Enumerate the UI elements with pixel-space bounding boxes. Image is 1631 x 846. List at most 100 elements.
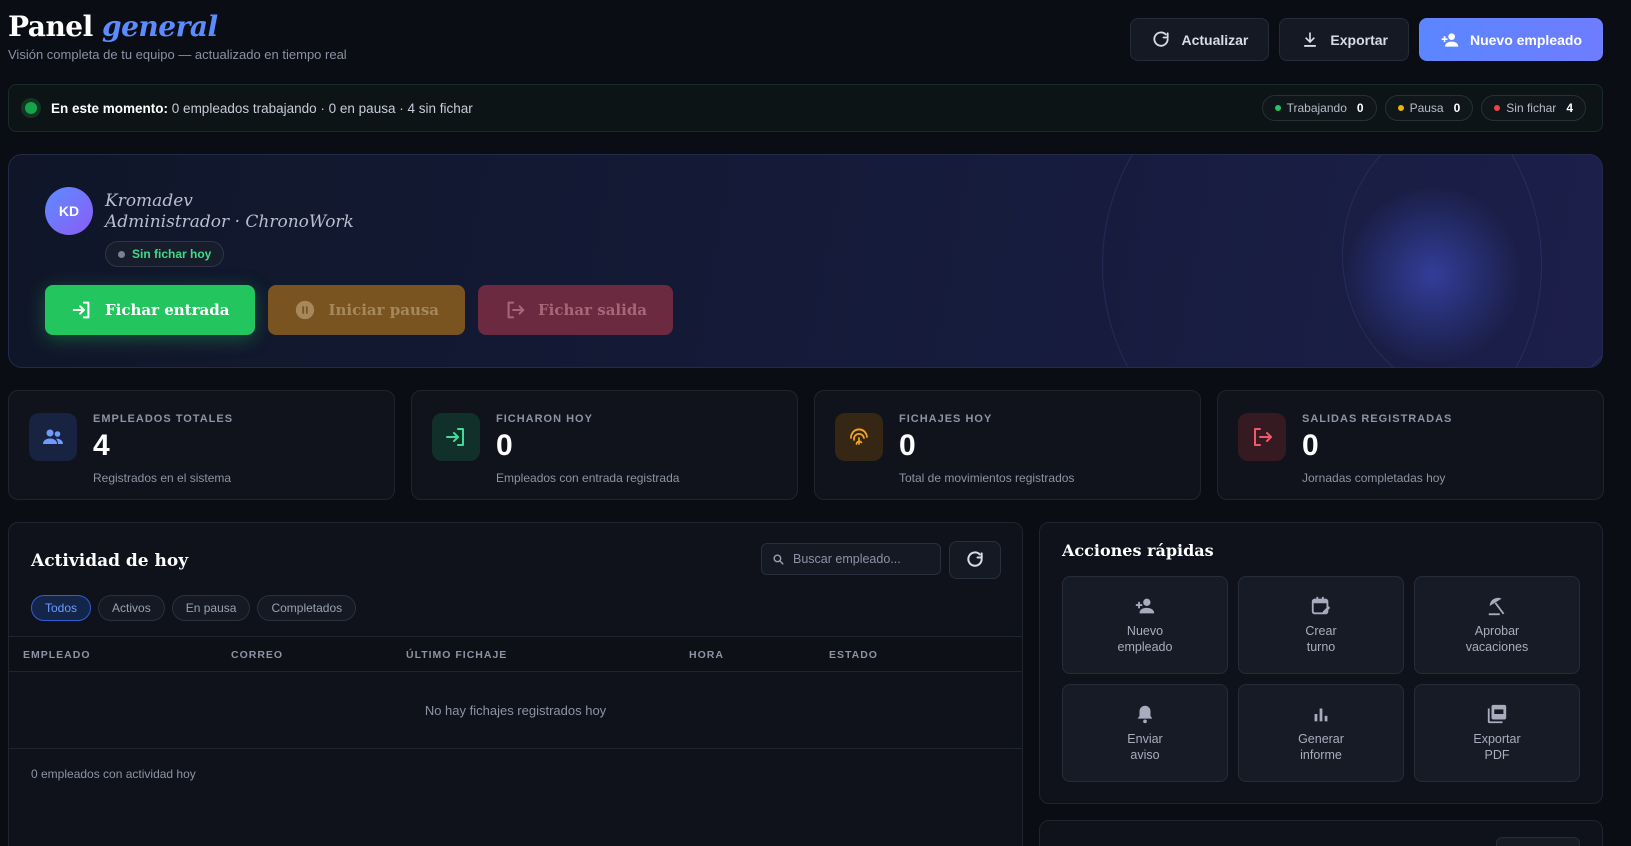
column-header-last-clocking[interactable]: ÚLTIMO FICHAJE	[406, 649, 507, 661]
stat-value: 0	[1302, 429, 1319, 462]
column-header-employee[interactable]: EMPLEADO	[23, 649, 91, 661]
stat-description: Total de movimientos registrados	[899, 471, 1075, 485]
new-employee-button-label: Nuevo empleado	[1469, 31, 1582, 48]
quick-action-label: Generar informe	[1298, 732, 1344, 762]
page-header: Panel general Visión completa de tu equi…	[8, 10, 347, 62]
clock-out-button[interactable]: Fichar salida	[478, 285, 674, 335]
stat-label: FICHAJES HOY	[899, 413, 993, 425]
header-actions: Actualizar Exportar Nuevo empleado	[1130, 18, 1603, 61]
live-status-bar: En este momento: 0 empleados trabajando …	[8, 84, 1603, 132]
filter-paused[interactable]: En pausa	[171, 595, 251, 621]
profile-name: Kromadev	[105, 191, 193, 211]
pdf-icon	[1487, 704, 1507, 724]
stat-icon-box	[432, 413, 480, 461]
stat-label: SALIDAS REGISTRADAS	[1302, 413, 1453, 425]
activity-table-header: EMPLEADO CORREO ÚLTIMO FICHAJE HORA ESTA…	[9, 636, 1022, 672]
beach-umbrella-icon	[1488, 597, 1505, 616]
status-pill-pause: Pausa 0	[1384, 95, 1474, 121]
filter-active[interactable]: Activos	[98, 595, 165, 621]
live-status-summary: 0 empleados trabajando · 0 en pausa · 4 …	[171, 100, 473, 116]
clock-out-label: Fichar salida	[538, 301, 648, 319]
quick-actions-panel: Acciones rápidas Nuevo empleado Crear tu…	[1039, 522, 1603, 804]
pause-icon	[296, 300, 315, 320]
logout-icon	[1254, 428, 1272, 446]
quick-action-label: Enviar aviso	[1127, 732, 1163, 762]
activity-filters: Todos Activos En pausa Completados	[31, 595, 357, 621]
profile-role: Administrador · ChronoWork	[105, 212, 354, 232]
employee-search-input[interactable]	[793, 552, 933, 566]
live-indicator-icon	[25, 102, 37, 114]
quick-action-label: Aprobar vacaciones	[1465, 624, 1529, 654]
employee-search[interactable]	[761, 543, 941, 575]
not-clocked-dot-icon	[1494, 105, 1501, 111]
quick-action-new-employee[interactable]: Nuevo empleado	[1062, 576, 1228, 674]
quick-action-generate-report[interactable]: Generar informe	[1238, 684, 1404, 782]
status-pill-label: Trabajando	[1286, 101, 1347, 115]
activity-title: Actividad de hoy	[31, 551, 189, 571]
activity-footer: 0 empleados con actividad hoy	[31, 767, 196, 781]
pause-dot-icon	[1397, 105, 1404, 111]
search-icon	[773, 553, 784, 565]
login-icon	[72, 301, 90, 319]
refresh-button[interactable]: Actualizar	[1130, 18, 1270, 61]
stat-value: 0	[899, 429, 916, 462]
stat-description: Empleados con entrada registrada	[496, 471, 680, 485]
clock-actions: Fichar entrada Iniciar pausa Fichar sali…	[45, 285, 674, 335]
fingerprint-icon	[850, 428, 868, 445]
column-header-time[interactable]: HORA	[689, 649, 724, 661]
working-dot-icon	[1274, 105, 1281, 111]
stat-label: FICHARON HOY	[496, 413, 593, 425]
start-pause-button[interactable]: Iniciar pausa	[268, 285, 466, 335]
activity-refresh-button[interactable]	[949, 541, 1001, 579]
quick-actions-title: Acciones rápidas	[1062, 541, 1214, 560]
filter-completed[interactable]: Completados	[257, 595, 357, 621]
quick-action-create-shift[interactable]: Crear turno	[1238, 576, 1404, 674]
quick-action-label: Crear turno	[1305, 624, 1337, 654]
decorative-glow	[1342, 185, 1522, 365]
quick-action-approve-vacation[interactable]: Aprobar vacaciones	[1414, 576, 1580, 674]
status-pills: Trabajando 0 Pausa 0 Sin fichar 4	[1261, 95, 1586, 121]
quick-action-send-notice[interactable]: Enviar aviso	[1062, 684, 1228, 782]
quick-actions-grid: Nuevo empleado Crear turno Aprobar vacac…	[1062, 576, 1580, 782]
stat-value: 0	[496, 429, 513, 462]
stat-icon-box	[835, 413, 883, 461]
quick-action-export-pdf[interactable]: Exportar PDF	[1414, 684, 1580, 782]
stat-description: Jornadas completadas hoy	[1302, 471, 1446, 485]
page-title: Panel general	[8, 10, 347, 43]
stats-row: EMPLEADOS TOTALES 4 Registrados en el si…	[8, 390, 1604, 500]
status-pill-label: Pausa	[1409, 101, 1444, 115]
profile-identity: Kromadev Administrador · ChronoWork	[105, 191, 354, 233]
activity-empty-state: No hay fichajes registrados hoy	[9, 673, 1022, 749]
page-title-main: Panel	[8, 10, 93, 43]
clock-in-button[interactable]: Fichar entrada	[45, 285, 256, 335]
status-pill-working: Trabajando 0	[1261, 95, 1377, 121]
clock-status-label: Sin fichar hoy	[132, 247, 212, 261]
clock-status-badge: Sin fichar hoy	[105, 241, 225, 267]
status-pill-value: 0	[1453, 101, 1461, 115]
live-status-text: En este momento: 0 empleados trabajando …	[51, 101, 473, 116]
page-title-accent: general	[102, 10, 218, 43]
new-employee-button[interactable]: Nuevo empleado	[1418, 18, 1603, 61]
stat-card-clocked-in-today: FICHARON HOY 0 Empleados con entrada reg…	[411, 390, 798, 500]
column-header-email[interactable]: CORREO	[231, 649, 283, 661]
live-status-lead: En este momento:	[51, 100, 169, 116]
bar-chart-icon	[1314, 708, 1328, 722]
logout-icon	[507, 301, 525, 319]
next-panel-control[interactable]	[1496, 837, 1580, 846]
start-pause-label: Iniciar pausa	[328, 301, 440, 319]
export-button-label: Exportar	[1330, 31, 1388, 48]
status-pill-not-clocked: Sin fichar 4	[1481, 95, 1586, 121]
filter-all[interactable]: Todos	[31, 595, 92, 621]
status-pill-label: Sin fichar	[1506, 101, 1557, 115]
quick-action-label: Exportar PDF	[1473, 732, 1521, 762]
stat-value: 4	[93, 429, 110, 462]
stat-label: EMPLEADOS TOTALES	[93, 413, 234, 425]
quick-action-label: Nuevo empleado	[1117, 624, 1173, 654]
stat-icon-box	[29, 413, 77, 461]
refresh-icon	[967, 551, 983, 567]
bell-icon	[1137, 705, 1153, 724]
status-dot-icon	[118, 250, 125, 258]
column-header-status[interactable]: ESTADO	[829, 649, 878, 661]
add-user-icon	[1441, 32, 1459, 47]
export-button[interactable]: Exportar	[1279, 18, 1409, 61]
